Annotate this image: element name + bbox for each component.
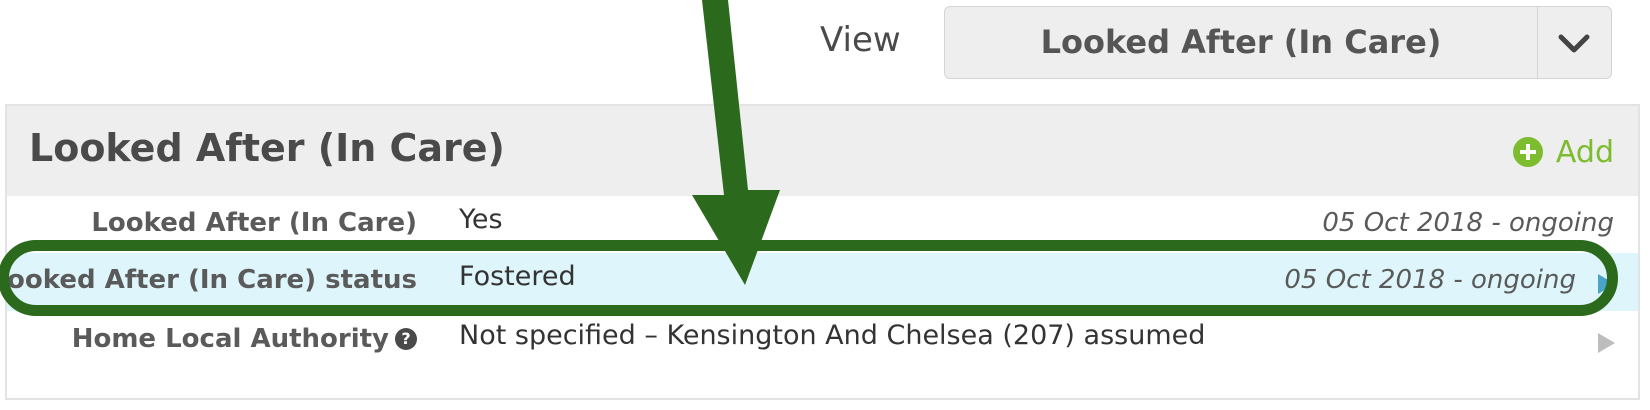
row-value: Yes xyxy=(459,204,503,235)
triangle-right-icon[interactable] xyxy=(1596,273,1616,295)
row-value: Not specified – Kensington And Chelsea (… xyxy=(459,320,1206,351)
row-label: Looked After (In Care) status xyxy=(0,265,417,295)
question-circle-icon[interactable]: ? xyxy=(395,328,417,350)
triangle-right-icon[interactable] xyxy=(1596,332,1616,354)
view-label: View xyxy=(820,20,901,60)
table-row: Home Local Authority ? Not specified – K… xyxy=(7,312,1638,370)
panel-header: Looked After (In Care) Add xyxy=(7,106,1638,196)
view-select[interactable]: Looked After (In Care) xyxy=(944,6,1612,79)
table-row: Looked After (In Care) Yes 05 Oct 2018 -… xyxy=(7,196,1638,254)
row-label: Looked After (In Care) xyxy=(91,208,417,238)
plus-circle-icon xyxy=(1512,137,1543,167)
add-button[interactable]: Add xyxy=(1512,132,1614,172)
view-select-value[interactable]: Looked After (In Care) xyxy=(945,7,1537,78)
panel-title: Looked After (In Care) xyxy=(29,126,505,170)
row-value: Fostered xyxy=(459,261,576,292)
row-label-with-help: Home Local Authority ? xyxy=(72,324,417,354)
add-label: Add xyxy=(1555,134,1614,170)
table-row-highlighted[interactable]: Looked After (In Care) status Fostered 0… xyxy=(0,253,1638,311)
row-date: 05 Oct 2018 - ongoing xyxy=(1284,265,1576,295)
chevron-down-icon[interactable] xyxy=(1538,7,1611,78)
looked-after-panel: Looked After (In Care) Add Looked After … xyxy=(0,104,1640,400)
row-label-text: Home Local Authority xyxy=(71,324,389,354)
row-date: 05 Oct 2018 - ongoing xyxy=(1322,208,1614,238)
